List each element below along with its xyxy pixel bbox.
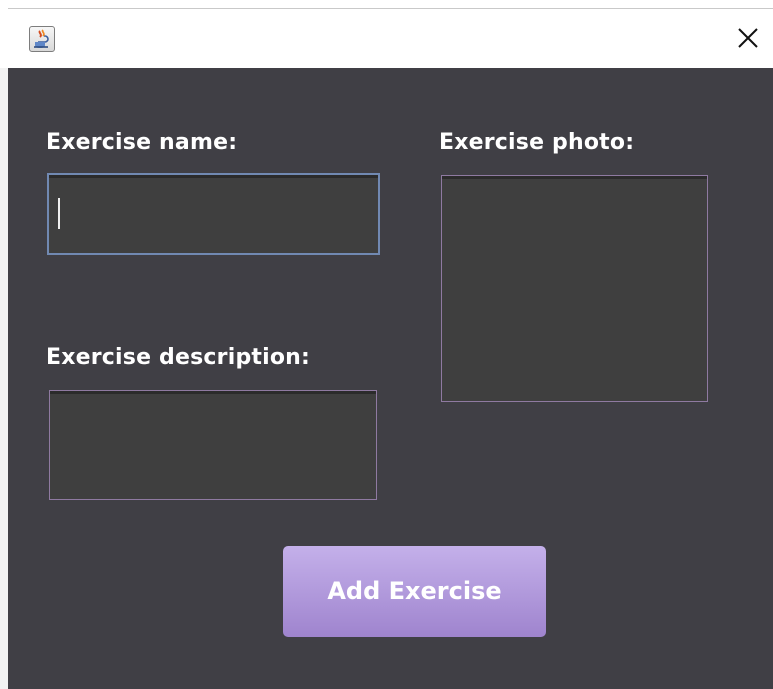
window-edge — [0, 68, 8, 689]
title-bar[interactable] — [8, 8, 773, 68]
java-cup-icon — [29, 26, 55, 52]
exercise-photo-box[interactable] — [441, 175, 708, 402]
exercise-description-label: Exercise description: — [46, 345, 311, 370]
exercise-photo-label: Exercise photo: — [439, 130, 635, 155]
text-caret — [58, 198, 60, 229]
close-icon[interactable] — [733, 23, 763, 53]
close-icon — [738, 28, 758, 48]
add-exercise-window: Exercise name: Exercise description: Exe… — [0, 0, 773, 689]
exercise-name-label: Exercise name: — [46, 130, 238, 155]
exercise-form-panel: Exercise name: Exercise description: Exe… — [8, 68, 773, 689]
exercise-description-input[interactable] — [49, 390, 377, 500]
add-exercise-button[interactable]: Add Exercise — [283, 546, 546, 637]
exercise-name-input[interactable] — [47, 173, 380, 255]
java-cup-icon — [34, 29, 49, 48]
